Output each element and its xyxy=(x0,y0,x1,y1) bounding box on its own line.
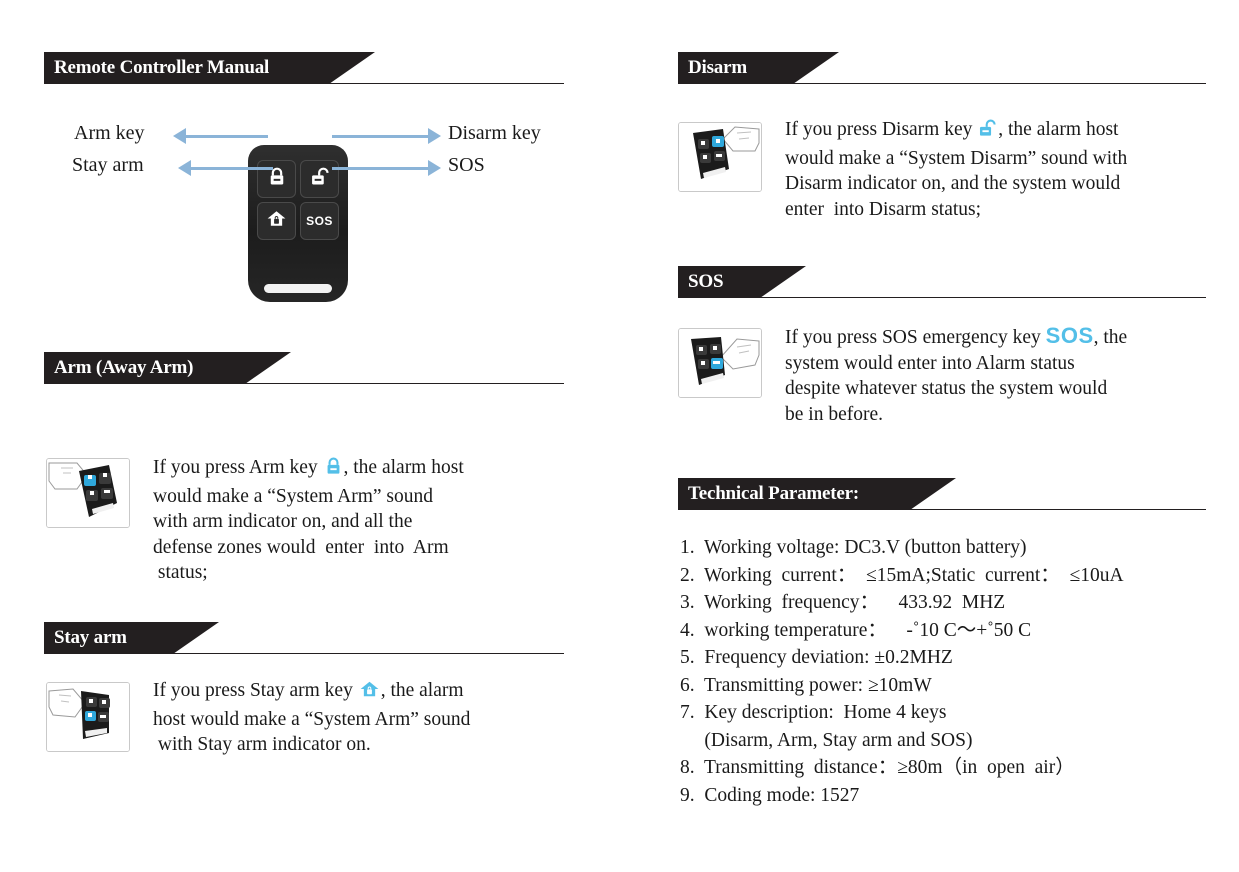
unlock-icon xyxy=(978,119,997,146)
section-banner: SOS xyxy=(678,266,1206,298)
callout-sos: SOS xyxy=(448,154,485,176)
list-item: (Disarm, Arm, Stay arm and SOS) xyxy=(680,729,973,751)
section-banner: Stay arm xyxy=(44,622,564,654)
arrow-head-arm-key xyxy=(173,128,186,144)
stay-arm-info-row: If you press Stay arm key , the alarm ho… xyxy=(46,680,566,758)
remote-key-disarm[interactable] xyxy=(300,160,339,198)
section-banner: Disarm xyxy=(678,52,1206,84)
callout-arm-key: Arm key xyxy=(74,122,145,144)
remote-indicator-strip xyxy=(264,284,332,293)
list-item: 6. Transmitting power: ≥10mW xyxy=(680,674,932,696)
thumbnail-press-stay-arm-key xyxy=(46,682,130,752)
remote-key-sos[interactable]: SOS xyxy=(300,202,339,240)
banner-tail xyxy=(245,352,291,384)
manual-page: Remote Controller Manual SOS Arm key Sta… xyxy=(0,0,1239,872)
stay-arm-description: If you press Stay arm key , the alarm ho… xyxy=(153,678,470,758)
arrow-line-disarm-key xyxy=(332,135,428,138)
unlock-icon xyxy=(310,167,330,192)
banner-tail xyxy=(173,622,219,654)
section-remote-controller-manual: Remote Controller Manual xyxy=(44,52,564,84)
list-item: 2. Working current： ≤15mA;Static current… xyxy=(680,564,1124,586)
sos-text-icon: SOS xyxy=(306,214,333,228)
banner-block: Remote Controller Manual xyxy=(44,52,329,84)
sos-description-before: If you press SOS emergency key xyxy=(785,327,1046,348)
banner-block: SOS xyxy=(678,266,760,298)
sos-description: If you press SOS emergency key SOS, the … xyxy=(785,323,1127,427)
lock-icon xyxy=(324,457,343,484)
arm-description-before: If you press Arm key xyxy=(153,457,323,478)
technical-parameter-list: 1. Working voltage: DC3.V (button batter… xyxy=(680,534,1208,809)
list-item: 1. Working voltage: DC3.V (button batter… xyxy=(680,537,1027,558)
section-disarm: Disarm xyxy=(678,52,1206,84)
section-banner: Arm (Away Arm) xyxy=(44,352,564,384)
thumbnail-press-arm-key xyxy=(46,458,130,528)
list-item: 7. Key description: Home 4 keys xyxy=(680,702,947,723)
section-title: Arm (Away Arm) xyxy=(54,357,194,378)
section-arm-away-arm: Arm (Away Arm) xyxy=(44,352,564,384)
sos-info-row: If you press SOS emergency key SOS, the … xyxy=(678,323,1206,427)
section-title: Disarm xyxy=(688,57,747,78)
section-technical-parameter: Technical Parameter: 1. Working voltage:… xyxy=(678,478,1206,806)
banner-block: Technical Parameter: xyxy=(678,478,910,510)
section-stay-arm: Stay arm xyxy=(44,622,564,654)
arrow-line-stay-arm xyxy=(191,167,273,170)
arrow-head-disarm-key xyxy=(428,128,441,144)
arm-info-row: If you press Arm key , the alarm host wo… xyxy=(46,455,566,586)
list-item: 8. Transmitting distance：≥80m（in open ai… xyxy=(680,757,1075,778)
section-title: Technical Parameter: xyxy=(688,483,859,504)
arrow-head-sos xyxy=(428,160,441,176)
sos-text-icon: SOS xyxy=(1045,323,1094,348)
arm-description: If you press Arm key , the alarm host wo… xyxy=(153,455,464,586)
section-banner: Technical Parameter: 1. Working voltage:… xyxy=(678,478,1206,806)
callout-disarm-key: Disarm key xyxy=(448,122,541,144)
callout-stay-arm: Stay arm xyxy=(72,154,144,176)
thumbnail-press-sos-key xyxy=(678,328,762,398)
banner-tail xyxy=(910,478,956,510)
remote-keypad: SOS xyxy=(257,160,339,240)
remote-controller-diagram: SOS Arm key Stay arm Disarm key SOS xyxy=(44,100,564,315)
disarm-info-row: If you press Disarm key , the alarm host… xyxy=(678,119,1206,222)
remote-key-stay-arm[interactable] xyxy=(257,202,296,240)
stay-arm-description-before: If you press Stay arm key xyxy=(153,680,358,701)
banner-tail xyxy=(329,52,375,84)
remote-key-arm[interactable] xyxy=(257,160,296,198)
banner-block: Stay arm xyxy=(44,622,173,654)
section-banner: Remote Controller Manual xyxy=(44,52,564,84)
banner-tail xyxy=(793,52,839,84)
section-title: SOS xyxy=(688,271,724,292)
lock-icon xyxy=(267,167,287,192)
disarm-description-before: If you press Disarm key xyxy=(785,119,978,140)
banner-tail xyxy=(760,266,806,298)
home-lock-icon xyxy=(359,679,380,707)
banner-block: Disarm xyxy=(678,52,793,84)
list-item: 5. Frequency deviation: ±0.2MHZ xyxy=(680,647,953,668)
list-item: 9. Coding mode: 1527 xyxy=(680,784,860,806)
thumbnail-press-disarm-key xyxy=(678,122,762,192)
list-item: 4. working temperature： -˚10 C～+˚50 C xyxy=(680,619,1032,641)
section-title: Stay arm xyxy=(54,627,127,648)
home-lock-icon xyxy=(266,208,287,234)
arrow-line-sos xyxy=(332,167,428,170)
arrow-head-stay-arm xyxy=(178,160,191,176)
disarm-description: If you press Disarm key , the alarm host… xyxy=(785,117,1127,222)
section-sos: SOS xyxy=(678,266,1206,298)
banner-block: Arm (Away Arm) xyxy=(44,352,245,384)
arrow-line-arm-key xyxy=(186,135,268,138)
list-item: 3. Working frequency： 433.92 MHZ xyxy=(680,592,1006,613)
section-title: Remote Controller Manual xyxy=(54,57,270,78)
